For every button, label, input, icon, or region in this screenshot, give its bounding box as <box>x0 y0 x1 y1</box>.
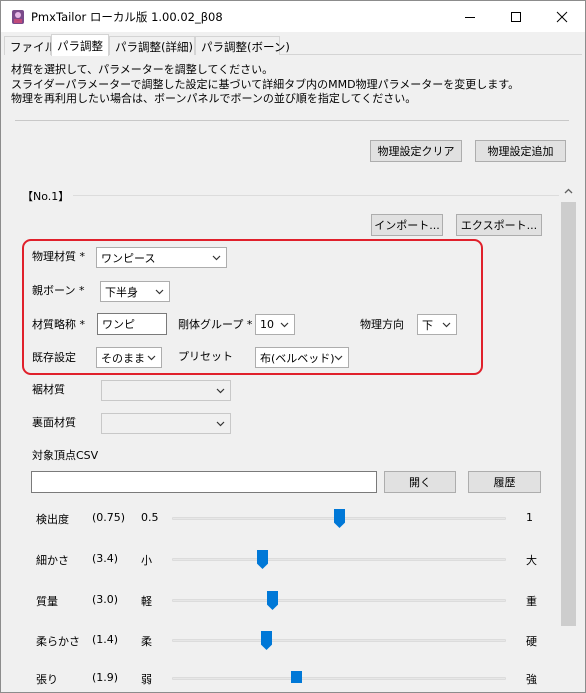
description-line: 材質を選択して、パラメーターを調整してください。 <box>11 63 274 76</box>
rigid-group-select[interactable]: 10 <box>255 314 295 335</box>
hem-material-label: 裾材質 <box>32 383 65 396</box>
slider-min-label: 弱 <box>141 673 152 686</box>
import-button[interactable]: インポート... <box>371 214 443 236</box>
slider-min-label: 小 <box>141 554 152 567</box>
divider <box>15 120 569 121</box>
chevron-down-icon <box>216 421 225 427</box>
slider-min-label: 柔 <box>141 635 152 648</box>
rigid-group-select-value: 10 <box>260 318 274 331</box>
chevron-down-icon <box>442 322 451 328</box>
chevron-down-icon <box>280 322 289 328</box>
direction-select[interactable]: 下 <box>417 314 457 335</box>
existing-setting-select[interactable]: そのまま <box>96 347 162 368</box>
chevron-down-icon <box>334 355 343 361</box>
slider-label: 質量 <box>36 595 58 608</box>
direction-select-value: 下 <box>422 318 433 332</box>
chevron-up-icon <box>564 188 573 193</box>
chevron-down-icon <box>212 255 221 261</box>
slider-min-label: 軽 <box>141 595 152 608</box>
add-physics-button[interactable]: 物理設定追加 <box>475 140 566 162</box>
direction-label: 物理方向 <box>360 318 404 331</box>
description-line: 物理を再利用したい場合は、ボーンパネルでボーンの並び順を指定してください。 <box>11 92 417 105</box>
slider-thumb[interactable] <box>291 671 302 683</box>
slider-value: (1.4) <box>92 633 119 646</box>
rigid-group-label: 剛体グループ * <box>178 318 253 331</box>
slider-max-label: 1 <box>526 511 533 524</box>
slider-label: 検出度 <box>36 513 69 526</box>
slider-label: 細かさ <box>36 554 69 567</box>
tab-file[interactable]: ファイル <box>4 36 56 55</box>
parent-bone-select-value: 下半身 <box>105 285 138 299</box>
parent-bone-label: 親ボーン * <box>32 284 85 297</box>
material-select[interactable]: ワンピース <box>96 247 227 268</box>
slider-min-label: 0.5 <box>141 511 159 524</box>
material-select-value: ワンピース <box>101 251 156 265</box>
slider-track[interactable] <box>172 677 506 680</box>
preset-select-value: 布(ベルベッド) <box>260 351 335 365</box>
hem-material-select[interactable] <box>101 380 231 401</box>
group-title: 【No.1】 <box>22 190 70 203</box>
parent-bone-select[interactable]: 下半身 <box>100 281 170 302</box>
tab-param-bone[interactable]: パラ調整(ボーン) <box>195 36 290 55</box>
vertex-csv-input[interactable] <box>31 471 377 493</box>
preset-select[interactable]: 布(ベルベッド) <box>255 347 349 368</box>
back-material-label: 裏面材質 <box>32 416 76 429</box>
close-button[interactable] <box>539 1 585 32</box>
existing-setting-label: 既存設定 <box>32 351 76 364</box>
slider-value: (0.75) <box>92 511 126 524</box>
vertex-csv-label: 対象頂点CSV <box>32 449 99 462</box>
slider-track[interactable] <box>172 558 506 561</box>
abbreviation-input[interactable]: ワンピ <box>97 313 167 335</box>
existing-setting-select-value: そのまま <box>101 351 145 365</box>
description-line: スライダーパラメーターで調整した設定に基づいて詳細タブ内のMMD物理パラメーター… <box>11 77 520 91</box>
open-button[interactable]: 開く <box>384 471 456 493</box>
slider-track[interactable] <box>172 599 506 602</box>
maximize-icon <box>511 11 521 22</box>
chevron-down-icon <box>155 289 164 295</box>
tab-strip: ファイル パラ調整 パラ調整(詳細) パラ調整(ボーン) <box>4 34 580 56</box>
export-button[interactable]: エクスポート... <box>456 214 542 236</box>
slider-max-label: 硬 <box>526 635 537 648</box>
app-window: PmxTailor ローカル版 1.00.02_β08 ファイル パラ調整 パラ… <box>0 0 586 693</box>
clear-physics-button[interactable]: 物理設定クリア <box>370 140 462 162</box>
chevron-down-icon <box>147 355 156 361</box>
slider-value: (1.9) <box>92 671 119 684</box>
slider-value: (3.0) <box>92 593 119 606</box>
history-button[interactable]: 履歴 <box>468 471 541 493</box>
close-icon <box>556 11 568 22</box>
slider-track[interactable] <box>172 639 506 642</box>
app-icon <box>12 10 24 24</box>
slider-value: (3.4) <box>92 552 119 565</box>
abbreviation-label: 材質略称 * <box>32 318 85 331</box>
chevron-down-icon <box>216 388 225 394</box>
scroll-up-button[interactable] <box>560 182 577 199</box>
description: 材質を選択して、パラメーターを調整してください。 スライダーパラメーターで調整し… <box>11 63 571 107</box>
scroll-thumb[interactable] <box>561 202 576 626</box>
group-divider <box>73 195 559 196</box>
window-title: PmxTailor ローカル版 1.00.02_β08 <box>31 10 223 24</box>
vertical-scrollbar[interactable] <box>560 182 577 692</box>
slider-max-label: 重 <box>526 595 537 608</box>
slider-max-label: 大 <box>526 554 537 567</box>
tab-param-adjust[interactable]: パラ調整 <box>51 34 109 56</box>
material-label: 物理材質 * <box>32 250 85 263</box>
slider-max-label: 強 <box>526 673 537 686</box>
highlight-frame <box>22 239 483 375</box>
minimize-button[interactable] <box>447 1 493 32</box>
slider-label: 張り <box>36 673 58 686</box>
minimize-icon <box>465 16 475 18</box>
preset-label: プリセット <box>178 350 233 363</box>
title-bar[interactable]: PmxTailor ローカル版 1.00.02_β08 <box>1 1 585 32</box>
slider-label: 柔らかさ <box>36 635 80 648</box>
back-material-select[interactable] <box>101 413 231 434</box>
tab-param-detail[interactable]: パラ調整(詳細) <box>109 36 195 55</box>
maximize-button[interactable] <box>493 1 539 32</box>
